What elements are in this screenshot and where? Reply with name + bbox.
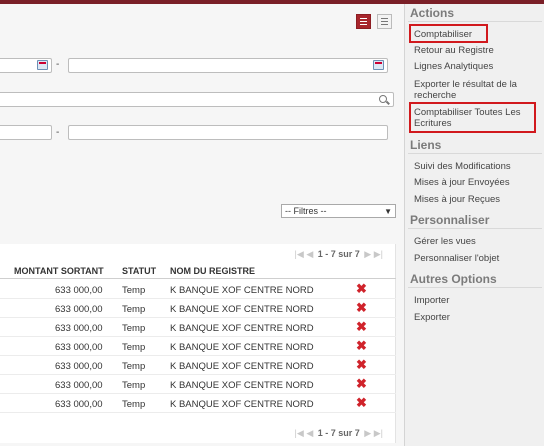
pager-top: |◀ ◀ 1 - 7 sur 7 ▶ ▶| — [295, 249, 383, 261]
action-exporter-resultat[interactable]: Exporter le résultat de la — [414, 79, 517, 90]
last-page-icon[interactable]: ▶| — [374, 249, 383, 259]
cell-status: Temp — [122, 342, 146, 353]
prev-page-icon[interactable]: ◀ — [306, 249, 313, 259]
divider — [408, 21, 542, 22]
highlight-box — [409, 24, 488, 43]
pager-text: 1 - 7 sur 7 — [317, 428, 360, 438]
personnaliser-heading: Personnaliser — [410, 213, 490, 227]
list-view-icon[interactable] — [356, 14, 371, 29]
action-retour-registre[interactable]: Retour au Registre — [414, 45, 494, 56]
amount-to-field[interactable] — [68, 125, 388, 140]
cell-status: Temp — [122, 399, 146, 410]
actions-heading: Actions — [410, 6, 455, 20]
results-table: |◀ ◀ 1 - 7 sur 7 ▶ ▶| MONTANT SORTANT ST… — [0, 244, 396, 443]
range-dash: - — [56, 127, 60, 138]
table-header: MONTANT SORTANT STATUT NOM DU REGISTRE — [0, 262, 396, 279]
delete-icon[interactable]: ✖ — [356, 282, 367, 295]
autres-options-heading: Autres Options — [410, 272, 497, 286]
table-row[interactable]: 633 000,00 Temp K BANQUE XOF CENTRE NORD… — [0, 356, 396, 375]
cell-amount: 633 000,00 — [55, 342, 103, 353]
calendar-icon[interactable] — [37, 60, 48, 70]
link-exporter[interactable]: Exporter — [414, 312, 450, 323]
delete-icon[interactable]: ✖ — [356, 358, 367, 371]
cell-status: Temp — [122, 304, 146, 315]
table-row[interactable]: 633 000,00 Temp K BANQUE XOF CENTRE NORD… — [0, 375, 396, 394]
link-personnaliser-objet[interactable]: Personnaliser l'objet — [414, 253, 499, 264]
divider — [408, 228, 542, 229]
cell-register[interactable]: K BANQUE XOF CENTRE NORD — [170, 399, 314, 410]
cell-register[interactable]: K BANQUE XOF CENTRE NORD — [170, 323, 314, 334]
link-importer[interactable]: Importer — [414, 295, 449, 306]
grid-view-icon[interactable] — [377, 14, 392, 29]
first-page-icon[interactable]: |◀ — [295, 249, 304, 259]
delete-icon[interactable]: ✖ — [356, 396, 367, 409]
link-suivi-modifications[interactable]: Suivi des Modifications — [414, 161, 511, 172]
calendar-icon[interactable] — [373, 60, 384, 70]
divider — [408, 153, 542, 154]
search-input[interactable] — [0, 92, 394, 107]
delete-icon[interactable]: ✖ — [356, 320, 367, 333]
cell-amount: 633 000,00 — [55, 304, 103, 315]
col-statut[interactable]: STATUT — [122, 266, 156, 276]
delete-icon[interactable]: ✖ — [356, 339, 367, 352]
cell-amount: 633 000,00 — [55, 380, 103, 391]
link-gerer-vues[interactable]: Gérer les vues — [414, 236, 476, 247]
prev-page-icon[interactable]: ◀ — [306, 428, 313, 438]
table-row[interactable]: 633 000,00 Temp K BANQUE XOF CENTRE NORD… — [0, 318, 396, 337]
cell-register[interactable]: K BANQUE XOF CENTRE NORD — [170, 380, 314, 391]
link-mises-a-jour-envoyees[interactable]: Mises à jour Envoyées — [414, 177, 510, 188]
cell-register[interactable]: K BANQUE XOF CENTRE NORD — [170, 342, 314, 353]
col-montant-sortant[interactable]: MONTANT SORTANT — [14, 266, 104, 276]
col-nom-registre[interactable]: NOM DU REGISTRE — [170, 266, 255, 276]
liens-heading: Liens — [410, 138, 442, 152]
amount-from-field[interactable] — [0, 125, 52, 140]
table-row[interactable]: 633 000,00 Temp K BANQUE XOF CENTRE NORD… — [0, 394, 396, 413]
cell-amount: 633 000,00 — [55, 361, 103, 372]
cell-status: Temp — [122, 361, 146, 372]
date-to-field[interactable] — [68, 58, 388, 73]
last-page-icon[interactable]: ▶| — [374, 428, 383, 438]
cell-register[interactable]: K BANQUE XOF CENTRE NORD — [170, 304, 314, 315]
divider — [408, 287, 542, 288]
action-lignes-analytiques[interactable]: Lignes Analytiques — [414, 61, 493, 72]
filters-select-value: -- Filtres -- — [285, 206, 327, 216]
highlight-box — [409, 102, 536, 133]
next-page-icon[interactable]: ▶ — [364, 428, 371, 438]
table-row[interactable]: 633 000,00 Temp K BANQUE XOF CENTRE NORD… — [0, 299, 396, 318]
date-from-field[interactable] — [0, 58, 52, 73]
filters-select[interactable]: -- Filtres -- ▼ — [281, 204, 396, 218]
table-row[interactable]: 633 000,00 Temp K BANQUE XOF CENTRE NORD… — [0, 337, 396, 356]
cell-status: Temp — [122, 380, 146, 391]
pager-text: 1 - 7 sur 7 — [317, 249, 360, 259]
cell-register[interactable]: K BANQUE XOF CENTRE NORD — [170, 285, 314, 296]
cell-register[interactable]: K BANQUE XOF CENTRE NORD — [170, 361, 314, 372]
chevron-down-icon: ▼ — [384, 207, 392, 216]
first-page-icon[interactable]: |◀ — [295, 428, 304, 438]
cell-amount: 633 000,00 — [55, 399, 103, 410]
range-dash: - — [56, 59, 60, 70]
link-mises-a-jour-recues[interactable]: Mises à jour Reçues — [414, 194, 500, 205]
cell-status: Temp — [122, 285, 146, 296]
cell-status: Temp — [122, 323, 146, 334]
search-icon[interactable] — [379, 95, 387, 103]
delete-icon[interactable]: ✖ — [356, 377, 367, 390]
action-exporter-resultat-line2[interactable]: recherche — [414, 90, 456, 101]
table-row[interactable]: 633 000,00 Temp K BANQUE XOF CENTRE NORD… — [0, 280, 396, 299]
next-page-icon[interactable]: ▶ — [364, 249, 371, 259]
cell-amount: 633 000,00 — [55, 285, 103, 296]
delete-icon[interactable]: ✖ — [356, 301, 367, 314]
cell-amount: 633 000,00 — [55, 323, 103, 334]
pager-bottom: |◀ ◀ 1 - 7 sur 7 ▶ ▶| — [295, 428, 383, 440]
